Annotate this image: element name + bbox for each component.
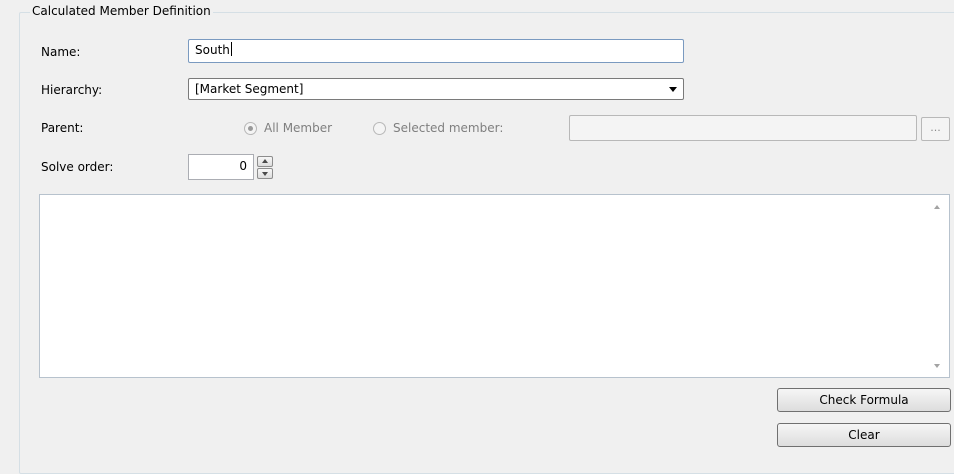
radio-selected-dot (248, 126, 253, 131)
chevron-down-icon[interactable] (669, 87, 677, 92)
solve-order-label: Solve order: (41, 160, 114, 174)
selected-member-radio[interactable] (373, 122, 386, 135)
solve-order-spin-up[interactable] (257, 156, 273, 167)
name-input[interactable]: South (188, 39, 684, 63)
text-caret (230, 42, 232, 56)
name-label: Name: (41, 45, 81, 59)
formula-editor[interactable] (39, 194, 950, 378)
selected-member-field[interactable] (569, 115, 917, 141)
browse-member-button[interactable]: ... (921, 117, 950, 141)
groupbox-title: Calculated Member Definition (30, 4, 213, 18)
triangle-up-icon (262, 159, 268, 163)
name-input-value: South (195, 43, 230, 57)
triangle-down-icon (262, 172, 268, 176)
clear-button[interactable]: Clear (777, 423, 951, 447)
scroll-up-icon[interactable] (934, 205, 940, 209)
check-formula-button[interactable]: Check Formula (777, 388, 951, 412)
scroll-down-icon[interactable] (934, 364, 940, 368)
solve-order-input[interactable]: 0 (188, 154, 254, 180)
parent-label: Parent: (41, 121, 84, 135)
hierarchy-selected-value: [Market Segment] (195, 82, 304, 96)
solve-order-spin-down[interactable] (257, 168, 273, 179)
hierarchy-label: Hierarchy: (41, 83, 103, 97)
selected-member-label[interactable]: Selected member: (393, 121, 503, 135)
all-member-radio[interactable] (244, 122, 257, 135)
hierarchy-combobox[interactable]: [Market Segment] (188, 78, 684, 100)
all-member-label[interactable]: All Member (264, 121, 332, 135)
